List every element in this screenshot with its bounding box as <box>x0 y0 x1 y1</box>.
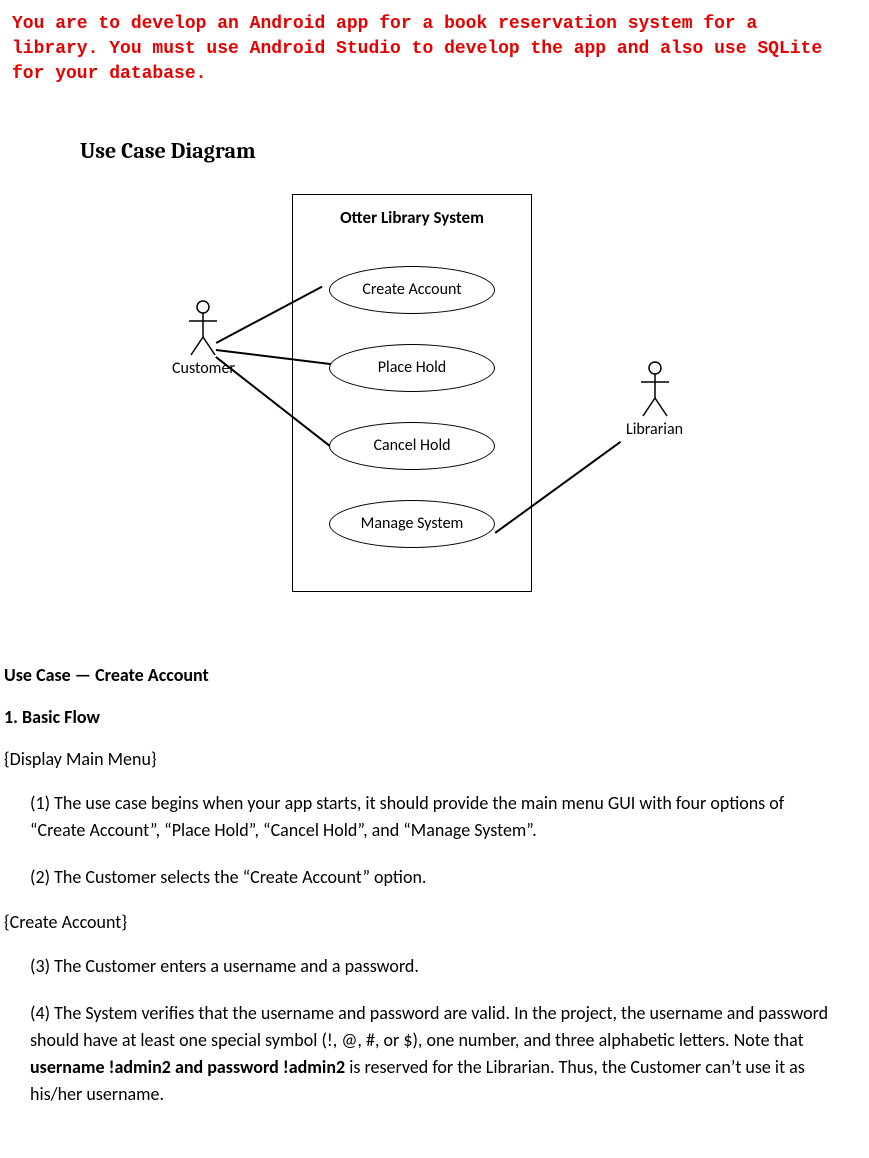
brace-create-account: {Create Account} <box>0 911 869 953</box>
step-2: (2) The Customer selects the “Create Acc… <box>0 864 869 911</box>
basic-flow-heading: 1. Basic Flow <box>0 706 869 748</box>
usecase-create-account: Create Account <box>329 266 495 314</box>
actor-customer-label: Customer <box>172 359 235 378</box>
brace-display-main-menu: {Display Main Menu} <box>0 748 869 790</box>
step-1: (1) The use case begins when your app st… <box>0 790 869 864</box>
use-case-diagram: Otter Library System Create Account Plac… <box>0 194 869 624</box>
person-icon <box>183 299 223 359</box>
diagram-title: Use Case Diagram <box>0 138 869 164</box>
step-4: (4) The System verifies that the usernam… <box>0 1000 869 1128</box>
usecase-place-hold: Place Hold <box>329 344 495 392</box>
system-title: Otter Library System <box>293 195 531 236</box>
assignment-instruction: You are to develop an Android app for a … <box>0 12 869 108</box>
person-icon <box>635 360 675 420</box>
actor-librarian-label: Librarian <box>626 420 683 439</box>
actor-customer: Customer <box>172 299 235 378</box>
step-3: (3) The Customer enters a username and a… <box>0 953 869 1000</box>
usecase-cancel-hold: Cancel Hold <box>329 422 495 470</box>
actor-librarian: Librarian <box>626 360 683 439</box>
system-boundary: Otter Library System Create Account Plac… <box>292 194 532 592</box>
usecase-name: Use Case — Create Account <box>0 664 869 706</box>
step-4-bold: username !admin2 and password !admin2 <box>30 1056 345 1078</box>
usecase-manage-system: Manage System <box>329 500 495 548</box>
step-4-text-a: (4) The System verifies that the usernam… <box>30 1002 828 1051</box>
